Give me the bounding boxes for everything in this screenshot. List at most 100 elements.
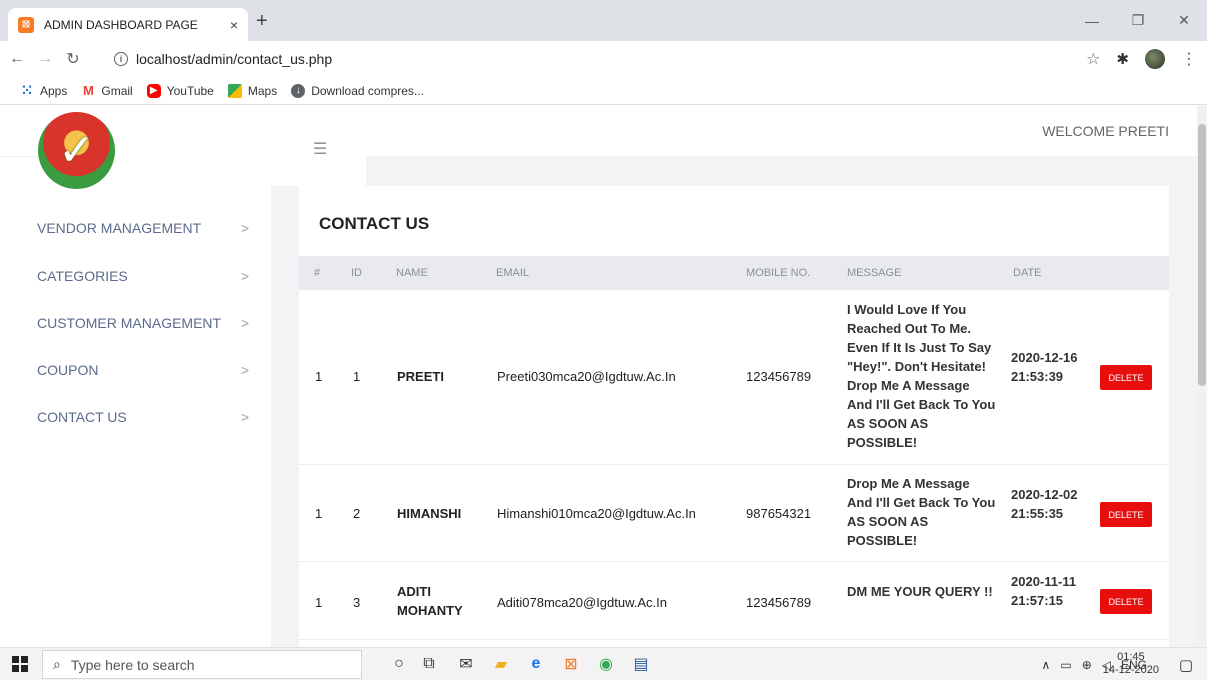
row-email: Himanshi010mca20@Igdtuw.Ac.In	[497, 506, 696, 521]
sidebar-item-label: CONTACT US	[37, 409, 127, 425]
sidebar-item-customer-management[interactable]: CUSTOMER MANAGEMENT >	[37, 315, 249, 331]
close-window-icon[interactable]: ✕	[1161, 0, 1207, 41]
chevron-right-icon: >	[240, 268, 249, 284]
admin-page: ✓ VENDOR MANAGEMENT > CATEGORIES > CUSTO…	[0, 106, 1207, 647]
page-scrollbar[interactable]	[1197, 106, 1207, 647]
row-number: 1	[315, 595, 323, 610]
window-controls: — ❐ ✕	[1069, 0, 1207, 41]
clock-time: 01:45	[1117, 651, 1145, 663]
delete-button[interactable]: DELETE	[1100, 589, 1152, 614]
restore-icon[interactable]: ❐	[1115, 0, 1161, 41]
row-date: 2020-12-02 21:55:35	[1011, 487, 1078, 521]
gmail-icon: M	[82, 83, 94, 98]
table-header: # ID NAME EMAIL MOBILE NO. MESSAGE DATE	[299, 256, 1169, 290]
site-logo[interactable]: ✓	[38, 112, 115, 189]
tab-close-icon[interactable]: ×	[230, 17, 238, 33]
bookmark-label: Maps	[247, 83, 278, 98]
sidebar-item-contact-us[interactable]: CONTACT US >	[37, 409, 249, 425]
column-header: NAME	[396, 267, 428, 279]
chevron-right-icon: >	[240, 362, 249, 378]
cortana-icon[interactable]: ○	[388, 654, 410, 674]
address-bar[interactable]: i localhost/admin/contact_us.php	[106, 45, 1106, 73]
network-icon[interactable]: ⊕	[1082, 658, 1092, 672]
taskbar-search-input[interactable]: ⌕ Type here to search	[42, 650, 362, 679]
chevron-right-icon: >	[240, 409, 249, 425]
sidebar-item-categories[interactable]: CATEGORIES >	[37, 268, 249, 284]
sidebar-item-label: CUSTOMER MANAGEMENT	[37, 315, 222, 331]
column-header: ID	[351, 267, 362, 279]
bookmark-label: Gmail	[101, 83, 133, 98]
bookmark-download[interactable]: ↓ Download compres...	[291, 83, 424, 98]
row-id: 1	[353, 369, 361, 384]
apps-icon: ⁙	[21, 82, 33, 98]
new-tab-icon[interactable]: +	[256, 11, 268, 31]
clock-date: 14-12-2020	[1102, 664, 1159, 676]
sidebar-item-vendor-management[interactable]: VENDOR MANAGEMENT >	[37, 220, 249, 236]
profile-avatar[interactable]	[1145, 49, 1165, 69]
bookmark-apps[interactable]: ⁙ Apps	[20, 82, 68, 98]
scrollbar-thumb[interactable]	[1198, 124, 1206, 386]
delete-button[interactable]: DELETE	[1100, 502, 1152, 527]
bookmarks-bar: ⁙ Apps M Gmail ▶ YouTube Maps ↓ Download…	[0, 77, 1207, 105]
delete-button[interactable]: DELETE	[1100, 365, 1152, 390]
row-message: Drop Me A Message And I'll Get Back To Y…	[847, 476, 996, 548]
site-info-icon[interactable]: i	[114, 52, 128, 66]
youtube-icon: ▶	[146, 83, 161, 98]
row-message: DM ME YOUR QUERY !!	[847, 584, 993, 599]
row-date: 2020-11-11 21:57:15	[1011, 574, 1077, 608]
bookmark-youtube[interactable]: ▶ YouTube	[146, 83, 214, 98]
mail-icon[interactable]: ✉	[455, 654, 477, 674]
windows-start-icon[interactable]	[12, 656, 28, 672]
row-number: 1	[315, 369, 323, 384]
bookmark-label: Apps	[40, 83, 68, 98]
battery-icon[interactable]: ▭	[1060, 658, 1071, 672]
reload-icon[interactable]: ↻	[62, 49, 84, 69]
row-email: Preeti030mca20@Igdtuw.Ac.In	[497, 369, 676, 384]
browser-tab[interactable]: ⊠ ADMIN DASHBOARD PAGE ×	[8, 8, 248, 41]
menu-toggle-icon[interactable]: ☰	[313, 139, 327, 159]
row-name: PREETI	[397, 369, 444, 384]
minimize-icon[interactable]: —	[1069, 0, 1115, 41]
word-icon[interactable]: ▤	[630, 654, 652, 674]
chevron-up-icon[interactable]: ∧	[1042, 658, 1051, 672]
browser-toolbar: ← → ↻ i localhost/admin/contact_us.php ☆…	[0, 41, 1207, 77]
row-mobile: 123456789	[746, 369, 812, 384]
bookmark-maps[interactable]: Maps	[227, 83, 278, 98]
column-header: EMAIL	[496, 267, 530, 279]
browser-menu-icon[interactable]: ⋮	[1181, 49, 1197, 69]
chrome-icon[interactable]: ◉	[595, 654, 617, 674]
extensions-icon[interactable]: ✱	[1116, 50, 1129, 68]
column-header: MOBILE NO.	[746, 267, 811, 279]
row-mobile: 123456789	[746, 595, 812, 610]
row-number: 1	[315, 506, 323, 521]
task-view-icon[interactable]: ⧉	[418, 654, 440, 674]
forward-icon[interactable]: →	[34, 50, 56, 68]
browser-tab-bar: ⊠ ADMIN DASHBOARD PAGE × + — ❐ ✕	[0, 0, 1207, 41]
search-placeholder: Type here to search	[70, 656, 195, 673]
search-icon: ⌕	[53, 656, 61, 672]
xampp-favicon-icon: ⊠	[18, 16, 34, 33]
bookmark-star-icon[interactable]: ☆	[1086, 49, 1100, 69]
header-notch	[366, 156, 1207, 186]
row-message: I Would Love If You Reached Out To Me. E…	[847, 302, 996, 450]
back-icon[interactable]: ←	[6, 50, 28, 68]
edge-icon[interactable]: e	[525, 654, 547, 674]
divider	[0, 156, 38, 157]
column-header: MESSAGE	[847, 267, 902, 279]
file-explorer-icon[interactable]: ▰	[490, 654, 512, 674]
welcome-text: WELCOME PREETI	[1042, 123, 1169, 139]
notification-icon[interactable]: ▢	[1179, 656, 1193, 674]
sidebar-item-label: VENDOR MANAGEMENT	[37, 220, 202, 236]
tab-title: ADMIN DASHBOARD PAGE	[44, 17, 198, 32]
sidebar-item-coupon[interactable]: COUPON >	[37, 362, 249, 378]
taskbar-clock[interactable]: 01:45 14-12-2020	[1103, 651, 1159, 677]
table-row: 1 3 ADITI MOHANTY Aditi078mca20@Igdtuw.A…	[299, 562, 1169, 640]
checkmark-icon: ✓	[58, 125, 95, 175]
column-header: #	[314, 267, 321, 279]
row-id: 3	[353, 595, 361, 610]
bookmark-label: Download compres...	[311, 83, 424, 98]
row-date: 2020-12-16 21:53:39	[1011, 350, 1078, 384]
bookmark-gmail[interactable]: M Gmail	[81, 83, 133, 98]
xampp-icon[interactable]: ⊠	[560, 654, 582, 674]
download-icon: ↓	[291, 83, 306, 98]
